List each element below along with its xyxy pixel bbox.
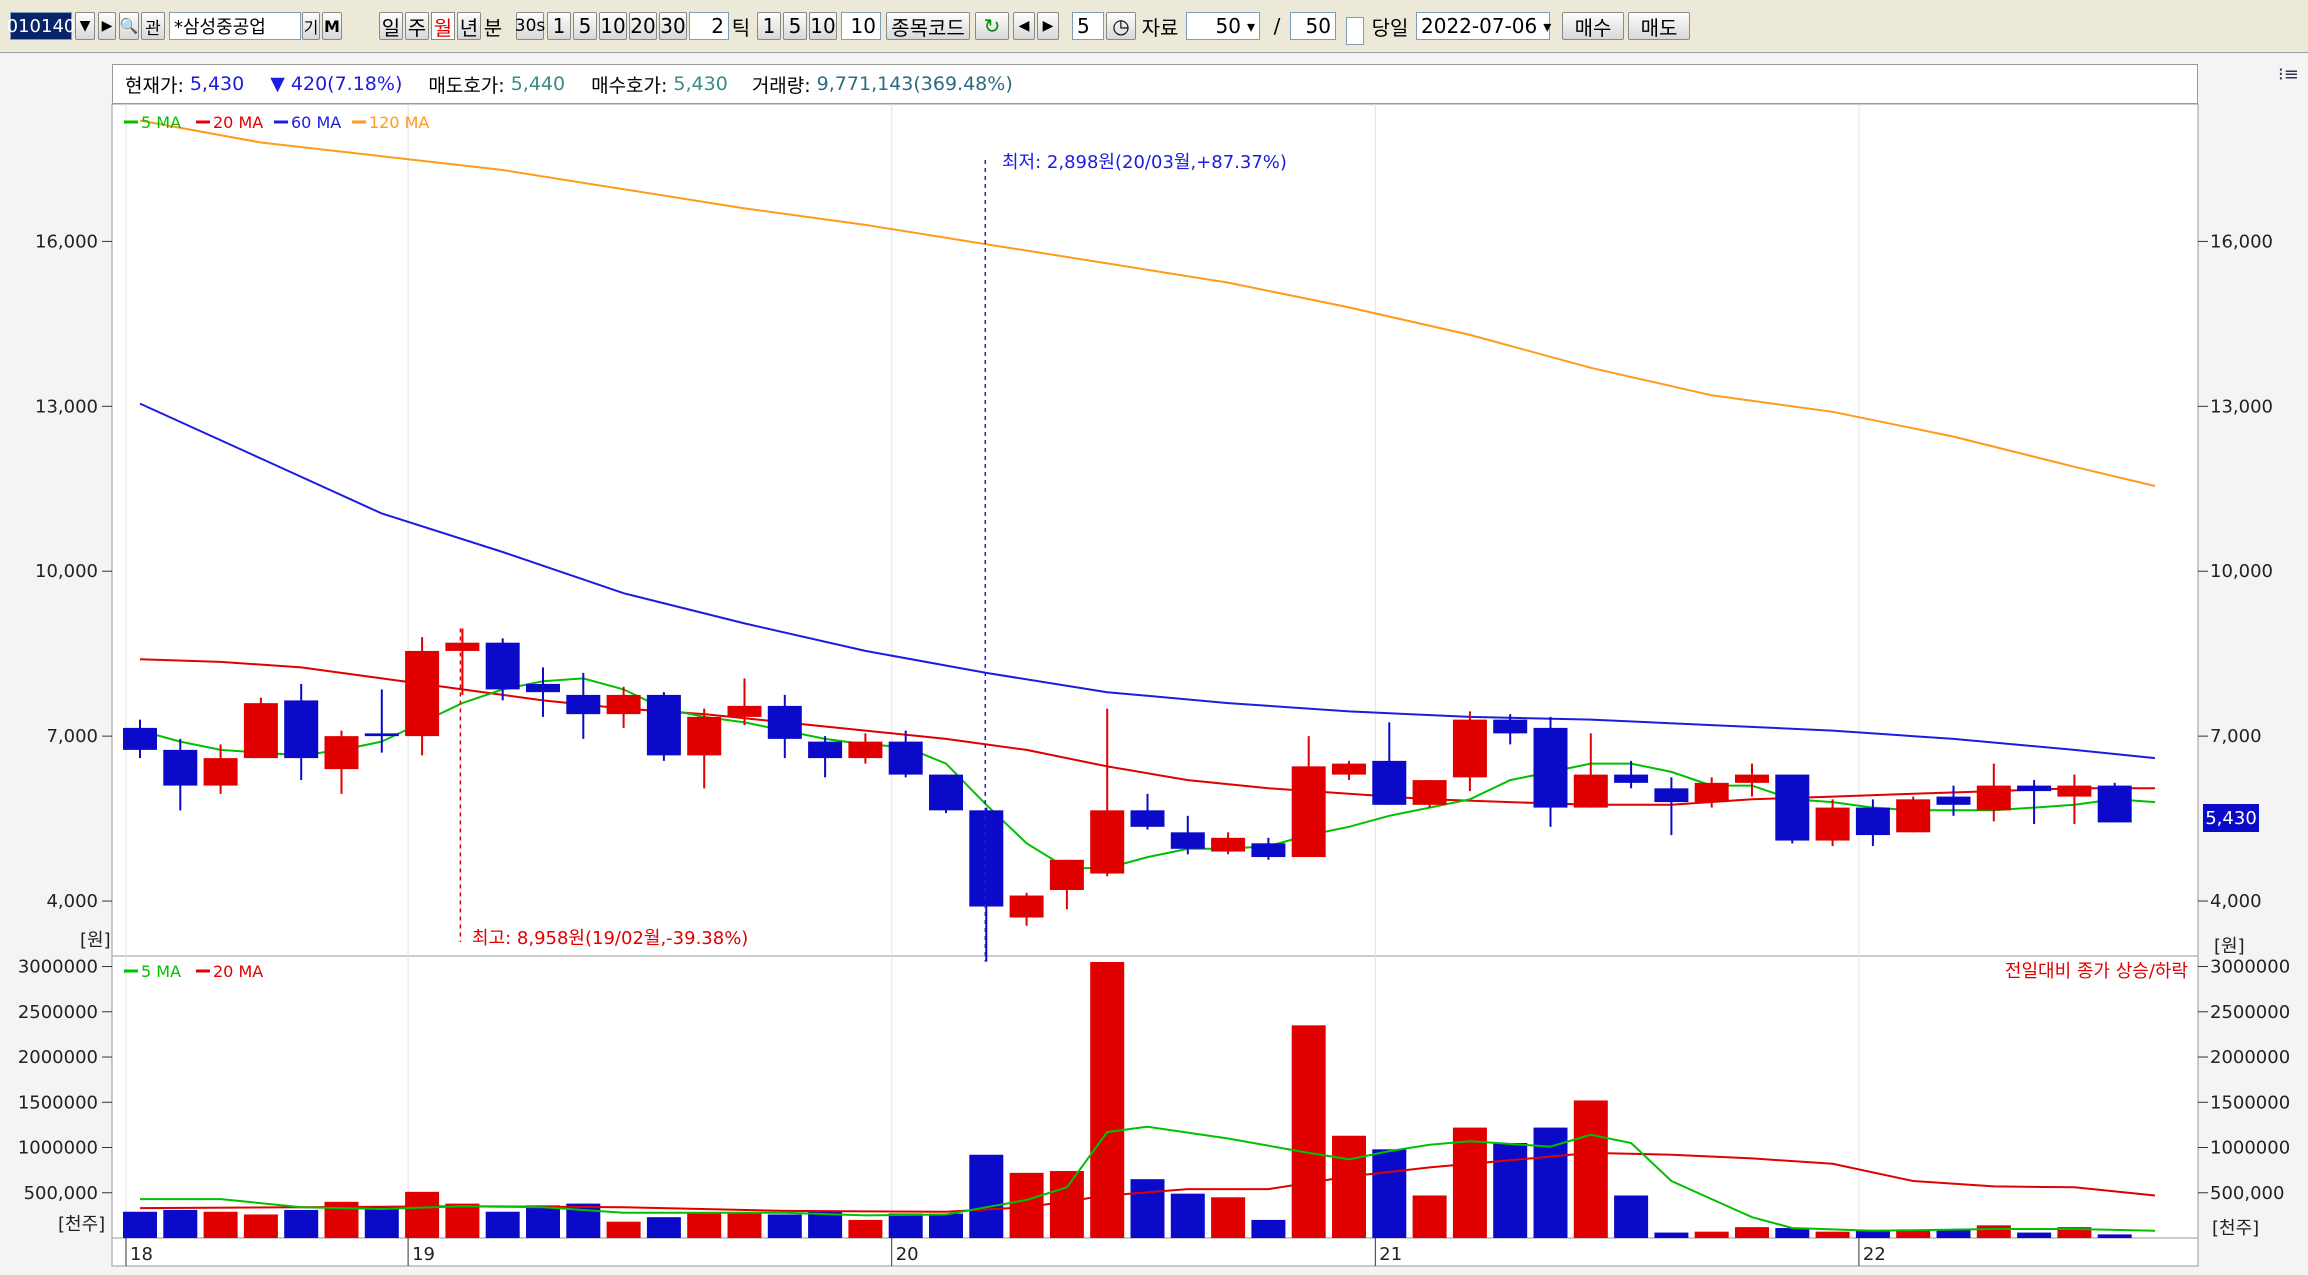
tick-value-input[interactable]: 10 xyxy=(841,12,881,40)
prev-arrow-icon[interactable]: ◀ xyxy=(1013,12,1035,40)
current-price-label: 현재가: xyxy=(125,74,184,97)
jongmok-code-button[interactable]: 종목코드 xyxy=(886,12,970,40)
slash-label: / xyxy=(1273,14,1281,38)
m-button[interactable]: M xyxy=(322,12,342,40)
stock-name-field[interactable]: *삼성중공업 xyxy=(169,12,301,40)
sell-button[interactable]: 매도 xyxy=(1628,12,1690,40)
today-label: 당일 xyxy=(1371,15,1409,40)
min-1-button[interactable]: 1 xyxy=(547,12,571,40)
tick-count-input[interactable]: 2 xyxy=(689,12,729,40)
side-menu-icon[interactable]: ⁝≡ xyxy=(2278,64,2299,85)
data-label: 자료 xyxy=(1141,15,1179,40)
step-input[interactable]: 5 xyxy=(1072,12,1104,40)
refresh-icon[interactable]: ↻ xyxy=(975,12,1009,40)
next-arrow-button[interactable]: ▶ xyxy=(98,12,116,40)
bid-price-value: 5,430 xyxy=(673,73,728,95)
date-picker[interactable]: 2022-07-06 xyxy=(1416,12,1550,40)
min-5-button[interactable]: 5 xyxy=(573,12,597,40)
clock-icon[interactable]: ◷ xyxy=(1106,12,1136,40)
next-arrow-icon[interactable]: ▶ xyxy=(1037,12,1059,40)
chart-panel xyxy=(0,54,2308,1275)
toolbar: 010140 ▼ ▶ 🔍 관 *삼성중공업 기 M 일 주 월 년 분 30s … xyxy=(0,0,2308,53)
gwan-button[interactable]: 관 xyxy=(141,12,165,40)
min-20-button[interactable]: 20 xyxy=(629,12,657,40)
bid-price-label: 매수호가: xyxy=(591,74,668,97)
code-dropdown-button[interactable]: ▼ xyxy=(75,12,95,40)
buy-button[interactable]: 매수 xyxy=(1562,12,1624,40)
period-week-button[interactable]: 주 xyxy=(405,12,429,40)
30s-button[interactable]: 30s xyxy=(515,12,545,40)
ask-price-label: 매도호가: xyxy=(428,74,505,97)
tick-1-button[interactable]: 1 xyxy=(757,12,781,40)
tick-10-button[interactable]: 10 xyxy=(809,12,837,40)
min-30-button[interactable]: 30 xyxy=(659,12,687,40)
total-count-field: 50 xyxy=(1290,12,1336,40)
min-10-button[interactable]: 10 xyxy=(599,12,627,40)
gi-button[interactable]: 기 xyxy=(302,12,320,40)
period-year-button[interactable]: 년 xyxy=(457,12,481,40)
period-month-button[interactable]: 월 xyxy=(431,12,455,40)
ask-price-value: 5,440 xyxy=(510,73,566,95)
search-icon[interactable]: 🔍 xyxy=(119,12,139,40)
stock-code-input[interactable]: 010140 xyxy=(7,12,75,40)
tick-5-button[interactable]: 5 xyxy=(783,12,807,40)
period-day-button[interactable]: 일 xyxy=(379,12,403,40)
quote-info-bar: 현재가: 5,430 ▼ 420(7.18%) 매도호가: 5,440 매수호가… xyxy=(112,64,2198,104)
volume-value: 9,771,143(369.48%) xyxy=(816,73,1013,95)
count-select[interactable]: 50 xyxy=(1186,12,1260,40)
price-change-value: ▼ 420(7.18%) xyxy=(270,73,403,95)
volume-label: 거래량: xyxy=(751,74,811,97)
current-price-value: 5,430 xyxy=(189,73,245,95)
tick-label: 틱 xyxy=(731,15,751,40)
today-checkbox[interactable] xyxy=(1346,17,1364,45)
minute-label: 분 xyxy=(483,15,503,40)
